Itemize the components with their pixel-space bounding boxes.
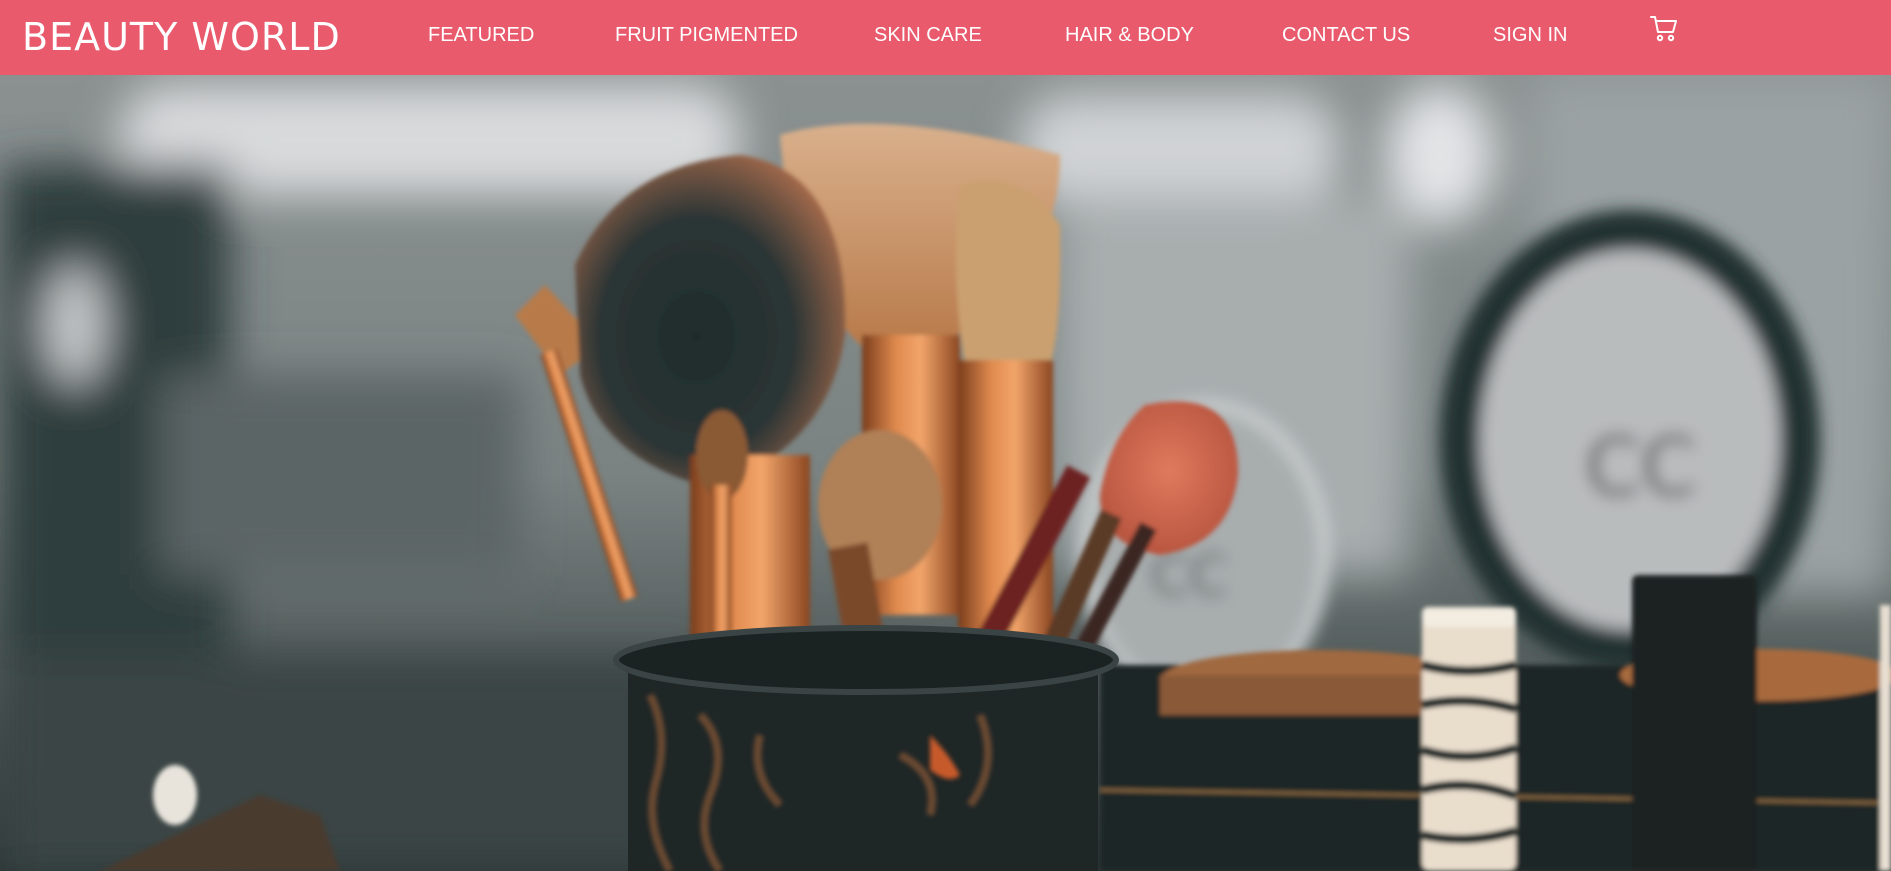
- svg-text:CC: CC: [1585, 421, 1697, 514]
- nav-item-fruit-pigmented[interactable]: FRUIT PIGMENTED: [615, 22, 798, 48]
- shopping-cart-icon[interactable]: [1649, 13, 1679, 43]
- makeup-brushes-photo: CC CC: [0, 75, 1891, 871]
- nav-item-featured[interactable]: FEATURED: [428, 22, 534, 48]
- navbar: BEAUTY WORLD FEATURED FRUIT PIGMENTED SK…: [0, 0, 1891, 75]
- nav-item-hair-body[interactable]: HAIR & BODY: [1065, 22, 1194, 48]
- hero-banner: CC CC: [0, 75, 1891, 871]
- nav-item-sign-in[interactable]: SIGN IN: [1493, 22, 1567, 48]
- nav-item-contact-us[interactable]: CONTACT US: [1282, 22, 1410, 48]
- brand-logo[interactable]: BEAUTY WORLD: [22, 14, 341, 60]
- nav-item-skin-care[interactable]: SKIN CARE: [874, 22, 982, 48]
